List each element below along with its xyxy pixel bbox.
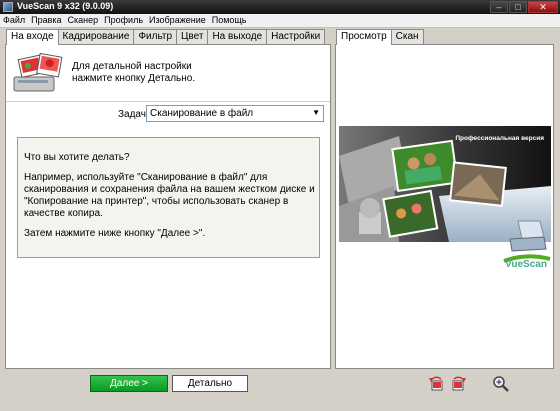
preview-panel: Профессиональная версия VueScan bbox=[335, 44, 554, 369]
divider bbox=[6, 101, 330, 102]
instructions-next: Затем нажмите ниже кнопку "Далее >". bbox=[24, 228, 206, 239]
scanner-photos-icon bbox=[13, 53, 63, 92]
tab-settings[interactable]: Настройки bbox=[266, 29, 326, 44]
tab-input[interactable]: На входе bbox=[6, 29, 59, 45]
detail-hint: Для детальной настройки нажмите кнопку Д… bbox=[72, 61, 195, 85]
tab-scan[interactable]: Скан bbox=[390, 29, 424, 44]
panel-header: Для детальной настройки нажмите кнопку Д… bbox=[6, 45, 330, 101]
tab-color[interactable]: Цвет bbox=[176, 29, 209, 44]
tab-output[interactable]: На выходе bbox=[207, 29, 268, 44]
brand-name: VueScan bbox=[505, 259, 547, 270]
dropdown-arrow-icon[interactable]: ▼ bbox=[312, 107, 320, 118]
minimize-button[interactable]: – bbox=[490, 1, 508, 13]
right-tab-bar: Просмотр Скан bbox=[336, 29, 424, 45]
tab-preview[interactable]: Просмотр bbox=[336, 29, 392, 45]
tab-filter[interactable]: Фильтр bbox=[133, 29, 178, 44]
task-select-value: Сканирование в файл bbox=[150, 108, 254, 119]
hint-line-2: нажмите кнопку Детально. bbox=[72, 73, 196, 84]
next-button[interactable]: Далее > bbox=[90, 375, 168, 392]
menu-bar: Файл Правка Сканер Профиль Изображение П… bbox=[0, 14, 560, 28]
rotate-left-icon[interactable] bbox=[428, 375, 446, 393]
menu-scanner[interactable]: Сканер bbox=[65, 14, 102, 27]
banner-caption: Профессиональная версия bbox=[455, 135, 544, 142]
menu-image[interactable]: Изображение bbox=[146, 14, 209, 27]
input-panel: Для детальной настройки нажмите кнопку Д… bbox=[5, 44, 331, 369]
zoom-in-icon[interactable] bbox=[492, 375, 510, 393]
menu-file[interactable]: Файл bbox=[0, 14, 28, 27]
hint-line-1: Для детальной настройки bbox=[72, 61, 192, 72]
close-button[interactable]: ✕ bbox=[528, 1, 558, 13]
menu-profile[interactable]: Профиль bbox=[101, 14, 146, 27]
app-icon bbox=[3, 2, 13, 12]
instructions-question: Что вы хотите делать? bbox=[24, 152, 130, 163]
task-select[interactable]: Сканирование в файл ▼ bbox=[146, 105, 324, 122]
vuescan-logo: VueScan bbox=[503, 220, 551, 270]
menu-edit[interactable]: Правка bbox=[28, 14, 64, 27]
title-bar: VueScan 9 x32 (9.0.09) – □ ✕ bbox=[0, 0, 560, 14]
menu-help[interactable]: Помощь bbox=[209, 14, 250, 27]
window-title: VueScan 9 x32 (9.0.09) bbox=[17, 1, 114, 11]
left-tab-bar: На входе Кадрирование Фильтр Цвет На вых… bbox=[6, 29, 326, 45]
instructions-example: Например, используйте "Сканирование в фа… bbox=[24, 172, 315, 219]
tab-crop[interactable]: Кадрирование bbox=[57, 29, 135, 44]
rotate-right-icon[interactable] bbox=[449, 375, 467, 393]
instructions-box: Что вы хотите делать? Например, использу… bbox=[17, 137, 320, 258]
detail-button[interactable]: Детально bbox=[172, 375, 248, 392]
bottom-bar: Далее > Детально bbox=[0, 369, 560, 411]
maximize-button[interactable]: □ bbox=[509, 1, 527, 13]
